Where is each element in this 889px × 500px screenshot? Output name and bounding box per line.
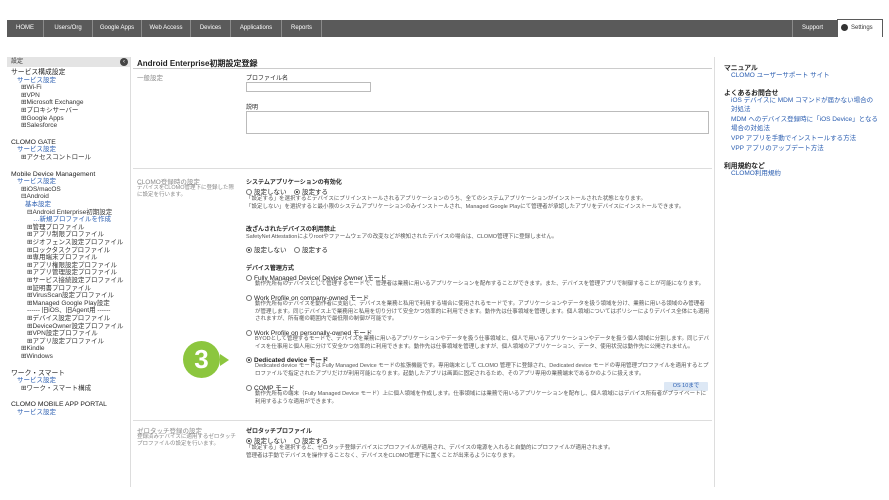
section-registration-desc: デバイスをCLOMO管理下に登録した際に設定を行います。	[137, 185, 235, 198]
nav-users-org[interactable]: Users/Org	[44, 20, 93, 37]
chevron-left-icon[interactable]: ‹	[120, 58, 128, 66]
faq-title: よくあるお問合せ	[724, 90, 779, 97]
sysapp-option-on-label: 設定する	[302, 189, 328, 196]
main-nav: HOME Users/Org Google Apps Web Access De…	[7, 20, 883, 37]
sysapp-note-2: 「設定しない」を選択すると最小限のシステムアプリケーションのみインストールされ、…	[246, 204, 685, 210]
sysapp-option-off-label: 設定しない	[254, 189, 287, 196]
zerotouch-note-1: 「設定する」を選択すると、ゼロタッチ登録デバイスにプロファイルが適用され、デバイ…	[246, 445, 614, 451]
terms-link[interactable]: CLOMO利用規約	[731, 170, 879, 179]
radio-icon[interactable]	[294, 247, 300, 253]
sysapp-title: システムアプリケーションの有効化	[246, 180, 342, 186]
radio-icon[interactable]	[246, 295, 252, 301]
profile-name-input[interactable]	[246, 82, 371, 92]
sysapp-note-1: 「設定する」を選択するとデバイスにプリインストールされるアプリケーションのうち、…	[246, 196, 647, 202]
os-version-badge: OS 10まで	[664, 382, 708, 391]
tampered-option-on[interactable]: 設定する	[294, 244, 328, 254]
sysapp-option-on[interactable]: 設定する	[294, 186, 328, 196]
nav-google-apps[interactable]: Google Apps	[93, 20, 142, 37]
sidebar-item[interactable]: ⊞ワーク・スマート構成	[21, 385, 91, 393]
section-general-label: 一般設定	[137, 75, 163, 82]
mgmt-option-desc: 動作先所有のデバイスを動作者に支給し、デバイスを業務と私用で利用する場合に使用さ…	[255, 301, 710, 322]
tampered-option-off-label: 設定しない	[254, 247, 287, 254]
zerotouch-note-2: 管理者は手動でデバイスを操作することなく、デバイスをCLOMO管理下に置くことが…	[246, 453, 519, 459]
faq-link[interactable]: VPP アプリを手動でインストールする方法	[731, 135, 879, 144]
zerotouch-option-off[interactable]: 設定しない	[246, 435, 287, 445]
nav-applications[interactable]: Applications	[231, 20, 282, 37]
nav-support[interactable]: Support	[792, 20, 832, 37]
radio-icon[interactable]	[294, 438, 300, 444]
terms-title: 利用規約など	[724, 163, 765, 170]
mgmt-option-desc: Dedicated device モードは Fully Managed Devi…	[255, 363, 709, 377]
zerotouch-option-on-label: 設定する	[302, 438, 328, 445]
radio-checked-icon[interactable]	[246, 357, 252, 363]
radio-checked-icon[interactable]	[246, 247, 252, 253]
zerotouch-option-on[interactable]: 設定する	[294, 435, 328, 445]
radio-icon[interactable]	[246, 330, 252, 336]
top-bar: HOME Users/Org Google Apps Web Access De…	[0, 0, 889, 37]
settings-label: Settings	[851, 25, 873, 31]
mgmt-option-desc: 動作先所有のデバイスとして管理するモードで、管理者は業務に用いるアプリケーション…	[255, 281, 705, 287]
mgmt-title: デバイス管理方式	[246, 266, 294, 272]
title-divider	[133, 68, 712, 69]
settings-sidebar: 設定 ‹ サービス構成設定 サービス設定 ⊞Wi-Fi ⊞VPN ⊞Microsoft …	[7, 57, 131, 487]
nav-web-access[interactable]: Web Access	[142, 20, 191, 37]
description-label: 説明	[246, 105, 259, 111]
section-zerotouch-desc: 登録済みデバイスに適用するゼロタッチプロファイルの設定を行います。	[137, 434, 236, 447]
sysapp-option-off[interactable]: 設定しない	[246, 186, 287, 196]
sidebar-header: 設定 ‹	[7, 57, 130, 67]
profile-name-label: プロファイル名	[246, 76, 289, 82]
mgmt-option-desc: 動作先所有の端末（Fully Managed Device モード）上に個人領域…	[255, 391, 707, 405]
step-number-badge: 3	[183, 341, 220, 378]
tampered-option-off[interactable]: 設定しない	[246, 244, 287, 254]
radio-icon[interactable]	[246, 275, 252, 281]
nav-settings-tab[interactable]: Settings	[837, 19, 883, 37]
zerotouch-option-off-label: 設定しない	[254, 438, 287, 445]
tampered-note: SafetyNet Attestationによりrootやファームウェアの改変な…	[246, 234, 558, 240]
description-textarea[interactable]	[246, 111, 709, 134]
help-panel: マニュアル CLOMO ユーザーサポート サイト よくあるお問合せ iOS デバ…	[714, 57, 883, 487]
zerotouch-title: ゼロタッチプロファイル	[246, 429, 313, 435]
manual-link[interactable]: CLOMO ユーザーサポート サイト	[731, 72, 879, 81]
section-divider	[133, 420, 712, 421]
tampered-title: 改ざんされたデバイスの利用禁止	[246, 227, 336, 233]
radio-icon[interactable]	[246, 189, 252, 195]
manual-title: マニュアル	[724, 65, 758, 72]
radio-checked-icon[interactable]	[294, 189, 300, 195]
sidebar-item[interactable]: サービス設定	[17, 409, 56, 417]
mgmt-option-desc: BYODとして管理するモードで、デバイスを業務に用いるアプリケーションやデータを…	[255, 336, 710, 350]
nav-devices[interactable]: Devices	[191, 20, 231, 37]
tampered-option-on-label: 設定する	[302, 247, 328, 254]
sidebar-item[interactable]: ⊞アクセスコントロール	[21, 154, 91, 162]
nav-home[interactable]: HOME	[7, 20, 44, 37]
radio-icon[interactable]	[246, 385, 252, 391]
sidebar-item[interactable]: ⊞Windows	[21, 353, 53, 361]
section-divider	[133, 168, 712, 169]
step-pointer-arrow	[220, 354, 229, 366]
sidebar-title: 設定	[11, 59, 24, 65]
nav-reports[interactable]: Reports	[282, 20, 322, 37]
gear-icon	[841, 24, 848, 31]
faq-link[interactable]: MDM へのデバイス登録時に「iOS Device」となる場合の対処法	[731, 116, 879, 133]
radio-checked-icon[interactable]	[246, 438, 252, 444]
faq-link[interactable]: iOS デバイスに MDM コマンドが届かない場合の対処法	[731, 97, 879, 114]
main-content: Android Enterprise初期設定登録 一般設定 プロファイル名 説明…	[131, 57, 714, 487]
sidebar-item[interactable]: ⊞Salesforce	[21, 122, 57, 130]
faq-link[interactable]: VPP アプリのアップデート方法	[731, 145, 879, 154]
